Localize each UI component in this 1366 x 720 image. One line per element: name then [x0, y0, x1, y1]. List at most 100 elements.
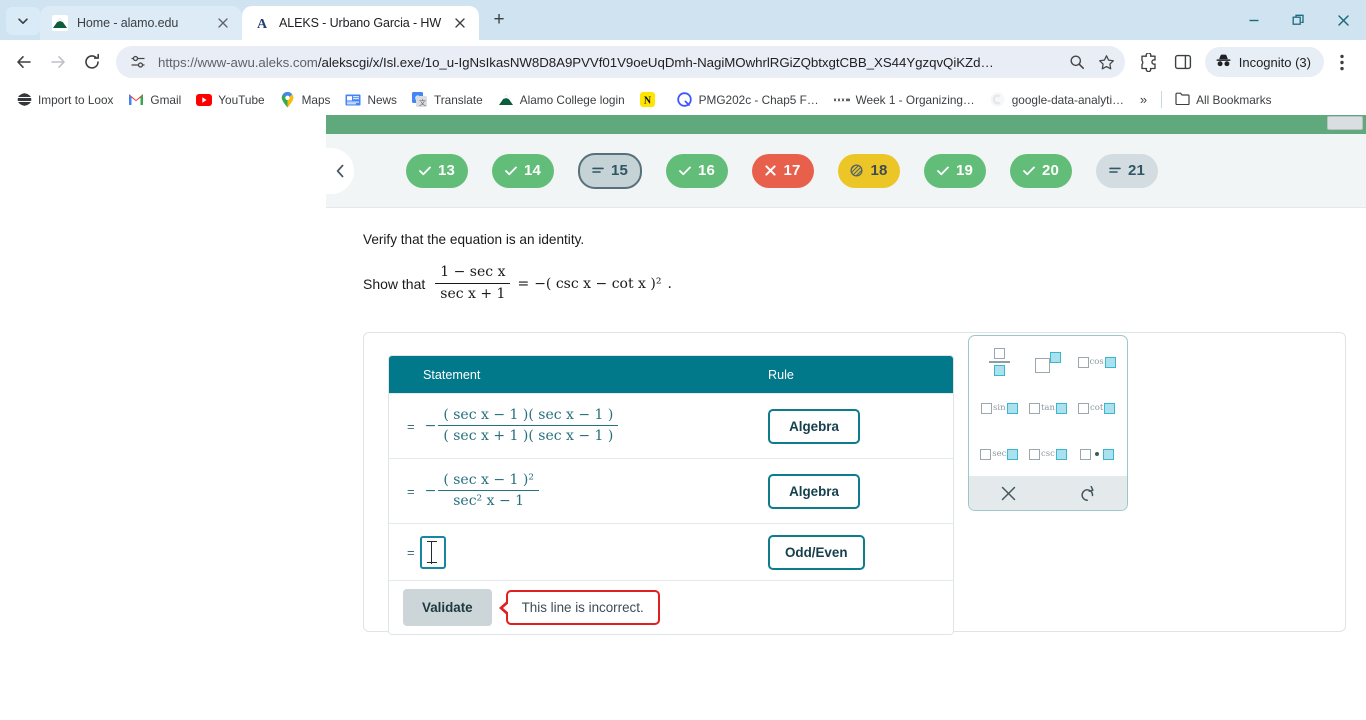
placeholder-box-icon [1102, 448, 1114, 460]
browser-window: Home - alamo.edu A ALEKS - Urbano Garcia… [0, 0, 1366, 720]
page-viewport: 13 14 15 16 17 18 19 20 21 Verify that t… [0, 115, 1366, 720]
keypad-key-tan[interactable]: tan [1024, 392, 1073, 424]
google-translate-icon: G文 [412, 92, 428, 108]
problem-pill-15-current[interactable]: 15 [578, 152, 642, 189]
star-icon[interactable] [1097, 52, 1117, 72]
keypad-key-sec[interactable]: sec [975, 438, 1024, 470]
proof-card: Statement Rule = − ( sec x − 1 )( sec x … [363, 332, 1346, 635]
bookmark-label: PMG202c - Chap5 F… [698, 92, 819, 107]
alamo-logo-icon [52, 15, 68, 31]
fraction-denominator: sec x + 1 [440, 285, 506, 302]
bookmark-notion[interactable]: N [633, 89, 669, 111]
rule-button-algebra[interactable]: Algebra [768, 408, 860, 444]
statement-expression: − ( sec x − 1 )² sec² x − 1 [425, 472, 541, 511]
keypad-grid: cos sin tan cot sec csc [969, 336, 1127, 476]
tab-title: ALEKS - Urbano Garcia - HW 5- [279, 16, 442, 30]
pill-number: 17 [783, 162, 801, 179]
forward-arrow-icon[interactable] [42, 46, 74, 78]
keypad-key-multiply[interactable] [1072, 438, 1121, 470]
check-icon [1023, 166, 1035, 176]
equals-sign: = [517, 275, 530, 292]
rule-button-algebra[interactable]: Algebra [768, 473, 860, 509]
keypad-key-csc[interactable]: csc [1024, 438, 1073, 470]
tab-search-icon[interactable] [6, 7, 40, 35]
problem-pill-17[interactable]: 17 [752, 153, 814, 188]
bookmark-gmail[interactable]: Gmail [121, 89, 188, 111]
bookmarks-overflow-icon[interactable]: » [1132, 89, 1155, 110]
window-controls [1231, 0, 1366, 40]
fraction-numerator: ( sec x − 1 )² [438, 472, 539, 491]
close-icon[interactable] [451, 14, 469, 32]
pill-number: 21 [1127, 162, 1146, 179]
back-arrow-icon[interactable] [8, 46, 40, 78]
problem-nav-strip: 13 14 15 16 17 18 19 20 21 [326, 134, 1366, 208]
minimize-icon[interactable] [1231, 0, 1276, 40]
statement-fraction: ( sec x − 1 )² sec² x − 1 [438, 472, 539, 511]
keypad-key-label: sin [993, 403, 1006, 413]
tab-title: Home - alamo.edu [77, 16, 179, 30]
equation-lhs-fraction: 1 − sec x sec x + 1 [435, 264, 511, 303]
address-bar[interactable]: https://www-awu.aleks.com/alekscgi/x/Isl… [116, 46, 1125, 78]
rule-button-odd-even[interactable]: Odd/Even [768, 534, 865, 570]
placeholder-box-icon [1077, 356, 1089, 368]
problem-pill-14[interactable]: 14 [492, 153, 554, 188]
bookmark-alamo-college-login[interactable]: Alamo College login [491, 89, 632, 111]
extensions-icon[interactable] [1133, 46, 1165, 78]
bookmark-youtube[interactable]: YouTube [189, 89, 271, 111]
keypad-key-fraction[interactable] [975, 346, 1024, 378]
close-icon[interactable] [1321, 0, 1366, 40]
all-bookmarks-button[interactable]: All Bookmarks [1168, 89, 1278, 111]
close-x-icon [1001, 486, 1016, 500]
profile-incognito-button[interactable]: Incognito (3) [1204, 47, 1324, 77]
proof-row-3: = Odd/Even [389, 523, 953, 580]
bookmark-import-to-loox[interactable]: Import to Loox [9, 89, 120, 111]
three-dot-menu-icon[interactable] [1326, 46, 1358, 78]
keypad-key-exponent[interactable] [1024, 346, 1073, 378]
row-equals-sign: = [407, 483, 415, 499]
folder-icon [1175, 92, 1190, 108]
validate-button[interactable]: Validate [403, 589, 492, 626]
bookmark-google-data-analytics[interactable]: google-data-analyti… [983, 89, 1131, 111]
problem-pill-13[interactable]: 13 [406, 153, 468, 188]
bookmark-pmg202c[interactable]: PMG202c - Chap5 F… [670, 89, 826, 111]
close-icon[interactable] [214, 14, 232, 32]
bookmarks-bar: Import to Loox Gmail YouTube Maps News 文… [0, 84, 1366, 115]
statement-cell: = − ( sec x − 1 )( sec x − 1 ) ( sec x +… [389, 407, 768, 446]
column-header-rule: Rule [768, 367, 794, 382]
bookmark-translate[interactable]: G文 Translate [405, 89, 490, 111]
keypad-key-cot[interactable]: cot [1072, 392, 1121, 424]
chevron-left-icon[interactable] [326, 147, 354, 194]
coursera-icon [990, 92, 1006, 108]
problem-pill-16[interactable]: 16 [666, 153, 728, 188]
new-tab-button[interactable]: + [485, 6, 513, 34]
keypad-key-sin[interactable]: sin [975, 392, 1024, 424]
problem-pill-18[interactable]: 18 [838, 153, 900, 188]
pill-number: 18 [870, 162, 888, 179]
bookmark-maps[interactable]: Maps [273, 89, 338, 111]
keypad-key-label: csc [1041, 449, 1055, 459]
quizlet-q-icon [677, 92, 693, 108]
tune-icon[interactable] [128, 52, 148, 72]
search-zoom-icon[interactable] [1067, 52, 1087, 72]
keypad-undo-button[interactable] [1048, 476, 1127, 510]
pill-number: 20 [1041, 162, 1060, 179]
all-bookmarks-label: All Bookmarks [1196, 92, 1272, 107]
side-panel-icon[interactable] [1167, 46, 1199, 78]
keypad-clear-button[interactable] [969, 476, 1048, 510]
tab-home-alamo[interactable]: Home - alamo.edu [40, 6, 242, 40]
proof-table: Statement Rule = − ( sec x − 1 )( sec x … [388, 355, 954, 635]
problem-pill-19[interactable]: 19 [924, 153, 986, 188]
bookmark-week1-organizing[interactable]: Week 1 - Organizing… [827, 89, 982, 111]
bookmark-news[interactable]: News [338, 89, 404, 111]
statement-input[interactable] [419, 535, 446, 569]
problem-pill-20[interactable]: 20 [1010, 153, 1072, 188]
maximize-icon[interactable] [1276, 0, 1321, 40]
bookmark-label: Maps [301, 92, 331, 107]
tab-aleks-hw[interactable]: A ALEKS - Urbano Garcia - HW 5- [242, 6, 479, 40]
check-icon [419, 166, 431, 176]
problem-pill-21[interactable]: 21 [1096, 153, 1158, 188]
proof-row-2: = − ( sec x − 1 )² sec² x − 1 Algebra [389, 458, 953, 523]
math-keypad: cos sin tan cot sec csc [968, 335, 1128, 511]
keypad-key-cos[interactable]: cos [1072, 346, 1121, 378]
reload-icon[interactable] [76, 46, 108, 78]
